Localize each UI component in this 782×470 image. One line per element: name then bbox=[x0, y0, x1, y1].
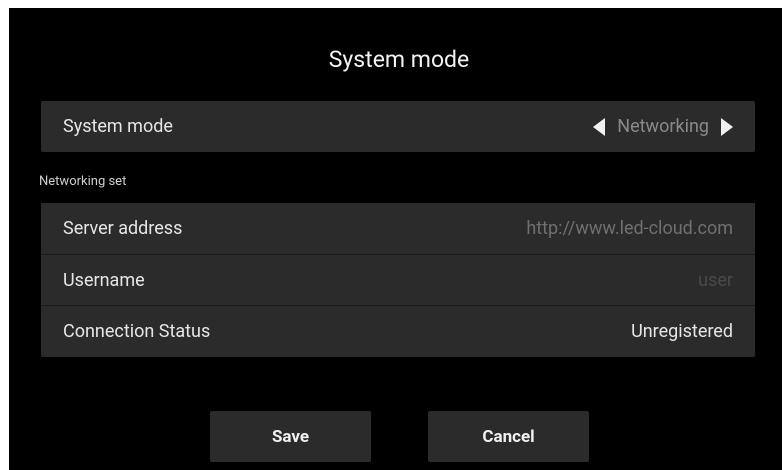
connection-status-row: Connection Status Unregistered bbox=[41, 305, 755, 356]
system-mode-label: System mode bbox=[63, 116, 173, 137]
server-address-row[interactable]: Server address http://www.led-cloud.com bbox=[41, 203, 755, 254]
connection-status-label: Connection Status bbox=[63, 320, 211, 342]
networking-settings-list: Server address http://www.led-cloud.com … bbox=[41, 203, 755, 357]
server-address-label: Server address bbox=[63, 218, 183, 239]
triangle-right-icon[interactable] bbox=[721, 117, 733, 136]
system-mode-value: Networking bbox=[617, 116, 709, 137]
system-mode-selector[interactable]: Networking bbox=[593, 116, 733, 137]
triangle-left-icon[interactable] bbox=[593, 117, 606, 136]
system-mode-row[interactable]: System mode Networking bbox=[41, 101, 755, 152]
username-row[interactable]: Username user bbox=[41, 254, 755, 305]
username-value: user bbox=[698, 269, 733, 291]
username-label: Username bbox=[63, 269, 145, 291]
connection-status-value: Unregistered bbox=[631, 320, 733, 342]
save-button[interactable]: Save bbox=[210, 411, 371, 462]
system-mode-dialog: System mode System mode Networking Netwo… bbox=[9, 8, 782, 470]
server-address-value: http://www.led-cloud.com bbox=[526, 218, 733, 239]
dialog-title: System mode bbox=[328, 46, 470, 73]
networking-section-label: Networking set bbox=[39, 174, 127, 189]
cancel-button[interactable]: Cancel bbox=[428, 411, 589, 462]
